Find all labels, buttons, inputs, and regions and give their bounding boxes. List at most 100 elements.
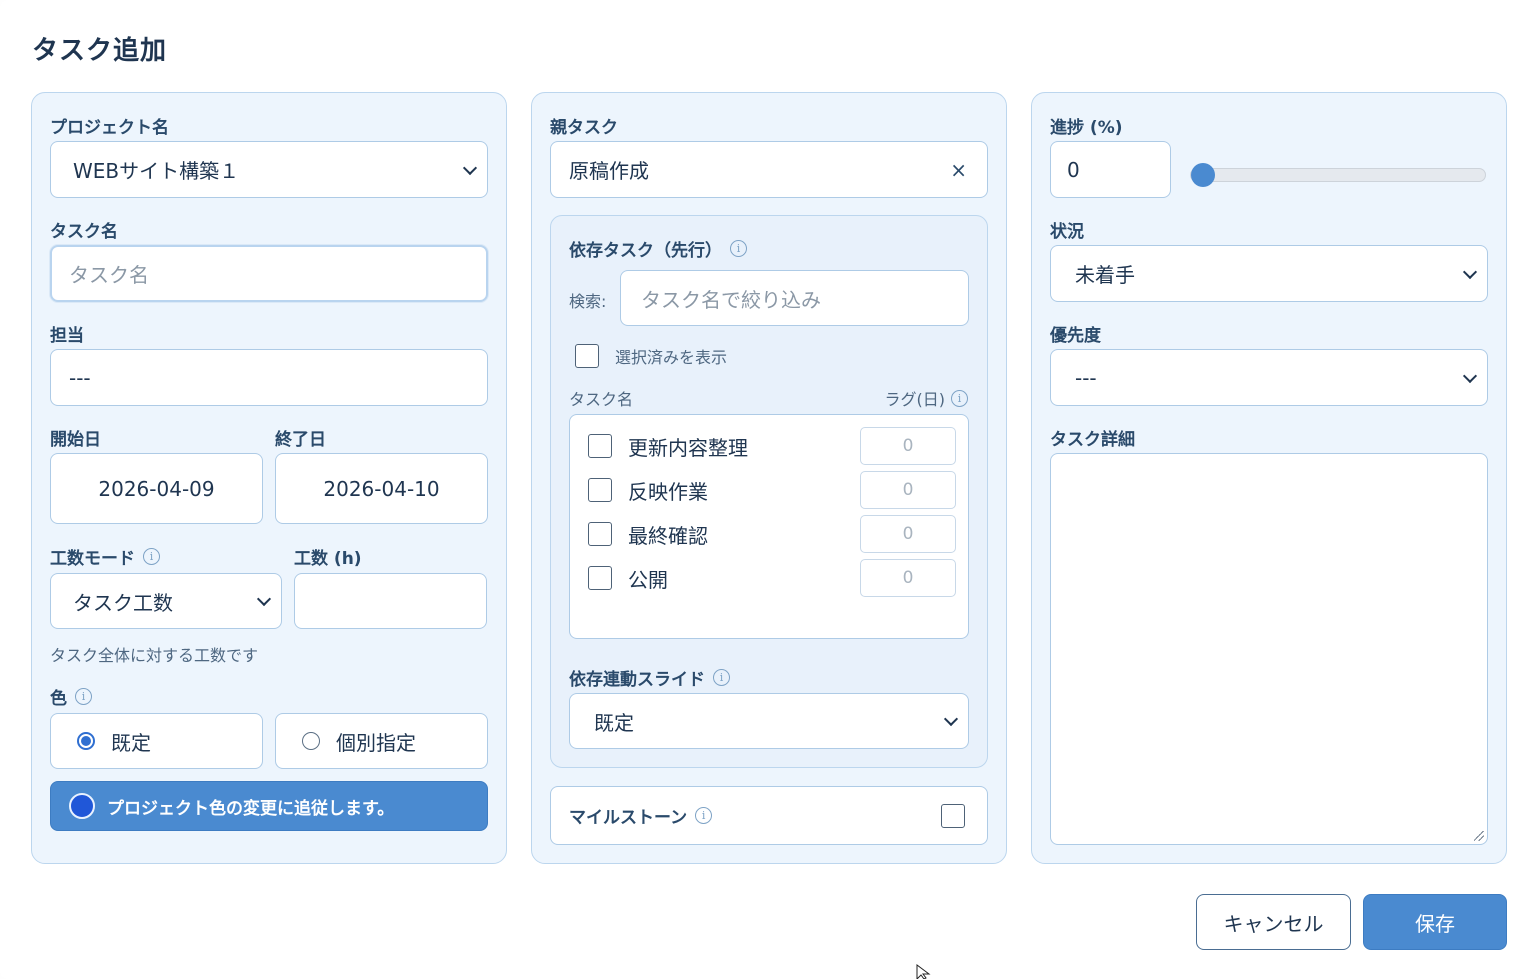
task-item-name: 最終確認 [628, 523, 708, 548]
color-option-label: 既定 [111, 730, 151, 755]
start-date-label: 開始日 [50, 430, 101, 450]
parent-task-label: 親タスク [550, 118, 618, 138]
effort-label: 工数 (h) [294, 549, 362, 569]
dependency-box: 依存タスク（先行） i 検索: タスク名で絞り込み 選択済みを表示 タスク名 ラ… [550, 215, 988, 768]
info-icon[interactable]: i [713, 669, 730, 686]
checkbox-icon[interactable] [575, 344, 599, 368]
slide-value: 既定 [594, 710, 634, 735]
end-date-value: 2026-04-10 [323, 476, 440, 501]
checkbox-icon[interactable] [588, 522, 612, 546]
effort-hours-input[interactable] [294, 573, 487, 629]
info-icon[interactable]: i [695, 807, 713, 824]
end-date-label: 終了日 [275, 430, 326, 450]
dependency-search-input[interactable]: タスク名で絞り込み [620, 270, 969, 326]
search-label: 検索: [569, 292, 607, 311]
start-date-value: 2026-04-09 [98, 476, 215, 501]
resize-grip-icon[interactable] [1474, 831, 1484, 841]
lag-input[interactable]: 0 [860, 559, 956, 597]
detail-label: タスク詳細 [1050, 430, 1135, 450]
checkbox-icon[interactable] [588, 434, 612, 458]
list-item[interactable]: 最終確認 0 [588, 514, 956, 554]
column-task-name: タスク名 [569, 390, 634, 409]
effort-mode-label-text: 工数モード [50, 549, 135, 569]
assignee-value: --- [69, 365, 91, 390]
task-item-name: 更新内容整理 [628, 435, 748, 460]
color-default-option[interactable]: 既定 [50, 713, 263, 769]
show-selected-label: 選択済みを表示 [615, 348, 728, 367]
show-selected-toggle[interactable]: 選択済みを表示 [575, 344, 727, 368]
effort-mode-select[interactable]: タスク工数 [50, 573, 282, 629]
follow-project-color-banner: プロジェクト色の変更に追従します。 [50, 781, 488, 831]
lag-input[interactable]: 0 [860, 515, 956, 553]
progress-value: 0 [1067, 157, 1080, 182]
status-select[interactable]: 未着手 [1050, 245, 1488, 302]
slide-label-text: 依存連動スライド [569, 670, 705, 690]
project-select-value: WEBサイト構築１ [73, 159, 240, 183]
assignee-label: 担当 [50, 326, 84, 346]
save-button[interactable]: 保存 [1363, 894, 1507, 950]
progress-slider[interactable] [1190, 163, 1486, 187]
task-add-dialog: タスク追加 プロジェクト名 WEBサイト構築１ タスク名 タスク名 担当 ---… [0, 0, 1521, 979]
priority-select[interactable]: --- [1050, 349, 1488, 406]
dependency-panel: 親タスク 原稿作成 × 依存タスク（先行） i 検索: タスク名で絞り込み 選択… [531, 92, 1007, 864]
start-date-input[interactable]: 2026-04-09 [50, 453, 263, 524]
milestone-label: マイルストーン [569, 808, 688, 828]
project-select[interactable]: WEBサイト構築１ [50, 141, 488, 198]
mouse-cursor-icon [916, 964, 931, 979]
slider-handle[interactable] [1191, 163, 1215, 187]
radio-unselected-icon[interactable] [302, 732, 320, 750]
basic-info-panel: プロジェクト名 WEBサイト構築１ タスク名 タスク名 担当 --- 開始日 終… [31, 92, 507, 864]
task-item-name: 公開 [628, 567, 668, 592]
info-icon[interactable]: i [143, 548, 160, 565]
slide-label: 依存連動スライド i [569, 665, 730, 690]
chevron-down-icon [943, 711, 959, 727]
checkbox-icon[interactable] [588, 478, 612, 502]
parent-task-select[interactable]: 原稿作成 × [550, 141, 988, 198]
lag-input[interactable]: 0 [860, 471, 956, 509]
color-swatch [69, 793, 95, 819]
color-label: 色 i [50, 684, 92, 709]
task-item-name: 反映作業 [628, 479, 708, 504]
slide-select[interactable]: 既定 [569, 693, 969, 749]
column-lag: ラグ(日) i [884, 386, 968, 410]
info-icon[interactable]: i [951, 389, 968, 407]
parent-task-value: 原稿作成 [569, 159, 649, 183]
progress-input[interactable]: 0 [1050, 141, 1171, 198]
info-icon[interactable]: i [75, 688, 92, 705]
task-name-input[interactable]: タスク名 [50, 245, 488, 302]
status-label: 状況 [1050, 222, 1084, 242]
follow-text: プロジェクト色の変更に追従します。 [107, 798, 395, 819]
chevron-down-icon [1462, 368, 1478, 383]
checkbox-icon[interactable] [588, 566, 612, 590]
color-option-label: 個別指定 [336, 730, 416, 755]
assignee-select[interactable]: --- [50, 349, 488, 406]
progress-label: 進捗 (%) [1050, 118, 1123, 138]
dependency-task-list: 更新内容整理 0 反映作業 0 最終確認 0 公開 0 [569, 414, 969, 639]
milestone-checkbox[interactable] [941, 803, 965, 828]
milestone-row[interactable]: マイルストーン i [550, 786, 988, 845]
clear-icon[interactable]: × [950, 158, 967, 182]
status-panel: 進捗 (%) 0 状況 未着手 優先度 --- タスク詳細 [1031, 92, 1507, 864]
list-item[interactable]: 更新内容整理 0 [588, 426, 956, 466]
effort-mode-value: タスク工数 [73, 590, 173, 615]
cancel-button[interactable]: キャンセル [1196, 894, 1351, 950]
effort-mode-label: 工数モード i [50, 544, 160, 569]
lag-input[interactable]: 0 [860, 427, 956, 465]
column-lag-text: ラグ(日) [884, 390, 946, 409]
project-label: プロジェクト名 [50, 118, 169, 138]
task-name-placeholder: タスク名 [69, 263, 149, 287]
dependency-label-text: 依存タスク（先行） [569, 241, 722, 261]
dependency-label: 依存タスク（先行） i [569, 236, 747, 261]
color-label-text: 色 [50, 689, 67, 709]
list-item[interactable]: 公開 0 [588, 558, 956, 598]
radio-selected-icon[interactable] [77, 732, 95, 750]
priority-value: --- [1075, 365, 1097, 390]
color-custom-option[interactable]: 個別指定 [275, 713, 488, 769]
task-detail-textarea[interactable] [1050, 453, 1488, 845]
end-date-input[interactable]: 2026-04-10 [275, 453, 488, 524]
list-item[interactable]: 反映作業 0 [588, 470, 956, 510]
status-value: 未着手 [1075, 263, 1135, 287]
priority-label: 優先度 [1050, 326, 1101, 346]
info-icon[interactable]: i [730, 240, 747, 257]
chevron-down-icon [256, 591, 272, 607]
